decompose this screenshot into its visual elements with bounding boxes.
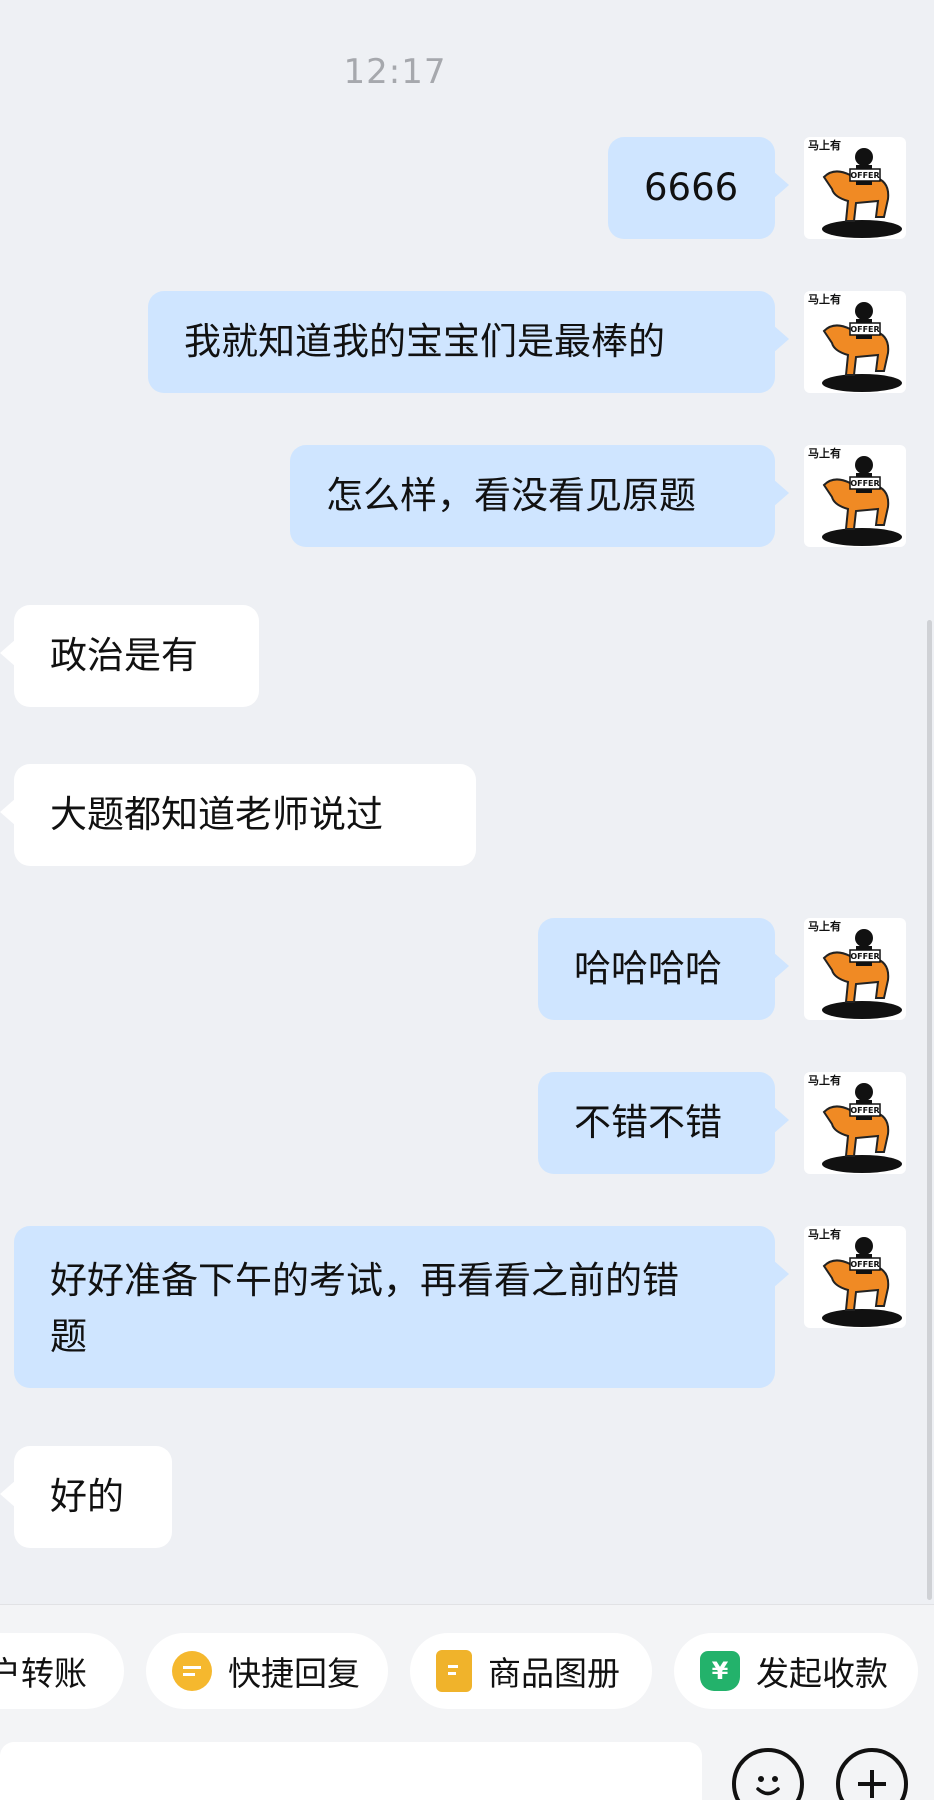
quick-action-transfer[interactable]: 户转账 (0, 1633, 124, 1709)
scrollbar[interactable] (927, 620, 932, 1600)
message-text: 怎么样，看没看见原题 (326, 474, 696, 517)
avatar[interactable]: OFFER 马上有 (804, 1226, 906, 1328)
payment-icon: ¥ (700, 1651, 740, 1691)
svg-text:OFFER: OFFER (850, 479, 879, 488)
timestamp: 12:17 (343, 52, 447, 92)
svg-text:OFFER: OFFER (850, 325, 879, 334)
quick-reply-icon (172, 1651, 212, 1691)
message-input[interactable] (0, 1742, 702, 1800)
horse-avatar-icon: OFFER 马上有 (808, 919, 902, 1019)
horse-avatar-icon: OFFER 马上有 (808, 1073, 902, 1173)
avatar[interactable]: OFFER 马上有 (804, 445, 906, 547)
plus-icon (858, 1770, 886, 1798)
message-text: 政治是有 (50, 634, 198, 677)
message-bubble-incoming[interactable]: 大题都知道老师说过 (0, 764, 476, 866)
message-bubble-outgoing[interactable]: 我就知道我的宝宝们是最棒的 (148, 291, 789, 393)
svg-text:OFFER: OFFER (850, 1106, 879, 1115)
quick-action-quick-reply[interactable]: 快捷回复 (146, 1633, 388, 1709)
message-bubble-outgoing[interactable]: 6666 (608, 137, 789, 239)
svg-text:马上有: 马上有 (808, 919, 841, 933)
avatar[interactable]: OFFER 马上有 (804, 291, 906, 393)
quick-action-catalog[interactable]: 商品图册 (410, 1633, 652, 1709)
message-text: 好好准备下午的考试，再看看之前的错题 (50, 1259, 679, 1358)
message-bubble-outgoing[interactable]: 怎么样，看没看见原题 (290, 445, 789, 547)
svg-text:马上有: 马上有 (808, 1073, 841, 1087)
emoji-button[interactable] (732, 1748, 804, 1800)
horse-avatar-icon: OFFER 马上有 (808, 292, 902, 392)
quick-action-label: 户转账 (0, 1654, 87, 1693)
svg-text:马上有: 马上有 (808, 138, 841, 152)
horse-avatar-icon: OFFER 马上有 (808, 138, 902, 238)
svg-text:马上有: 马上有 (808, 1227, 841, 1241)
svg-text:马上有: 马上有 (808, 292, 841, 306)
message-bubble-outgoing[interactable]: 好好准备下午的考试，再看看之前的错题 (14, 1226, 789, 1388)
horse-avatar-icon: OFFER 马上有 (808, 1227, 902, 1327)
message-text: 我就知道我的宝宝们是最棒的 (184, 320, 665, 363)
message-text: 哈哈哈哈 (574, 947, 722, 990)
message-bubble-incoming[interactable]: 政治是有 (0, 605, 259, 707)
quick-action-bar: 户转账 快捷回复 商品图册 ¥ 发起收款 (0, 1604, 934, 1734)
message-bubble-outgoing[interactable]: 不错不错 (538, 1072, 789, 1174)
quick-action-label: 商品图册 (488, 1654, 620, 1693)
svg-text:OFFER: OFFER (850, 1260, 879, 1269)
input-bar (0, 1734, 934, 1800)
svg-text:OFFER: OFFER (850, 171, 879, 180)
avatar[interactable]: OFFER 马上有 (804, 1072, 906, 1174)
svg-text:马上有: 马上有 (808, 446, 841, 460)
avatar[interactable]: OFFER 马上有 (804, 137, 906, 239)
message-text: 6666 (644, 166, 739, 209)
quick-action-label: 快捷回复 (228, 1654, 360, 1693)
message-text: 不错不错 (574, 1101, 722, 1144)
quick-action-payment[interactable]: ¥ 发起收款 (674, 1633, 918, 1709)
smiley-icon (756, 1776, 780, 1796)
more-button[interactable] (836, 1748, 908, 1800)
horse-avatar-icon: OFFER 马上有 (808, 446, 902, 546)
avatar[interactable]: OFFER 马上有 (804, 918, 906, 1020)
quick-action-label: 发起收款 (756, 1654, 888, 1693)
svg-text:OFFER: OFFER (850, 952, 879, 961)
message-text: 好的 (50, 1475, 124, 1518)
catalog-icon (436, 1650, 472, 1692)
message-bubble-incoming[interactable]: 好的 (0, 1446, 172, 1548)
message-text: 大题都知道老师说过 (50, 793, 383, 836)
message-bubble-outgoing[interactable]: 哈哈哈哈 (538, 918, 789, 1020)
